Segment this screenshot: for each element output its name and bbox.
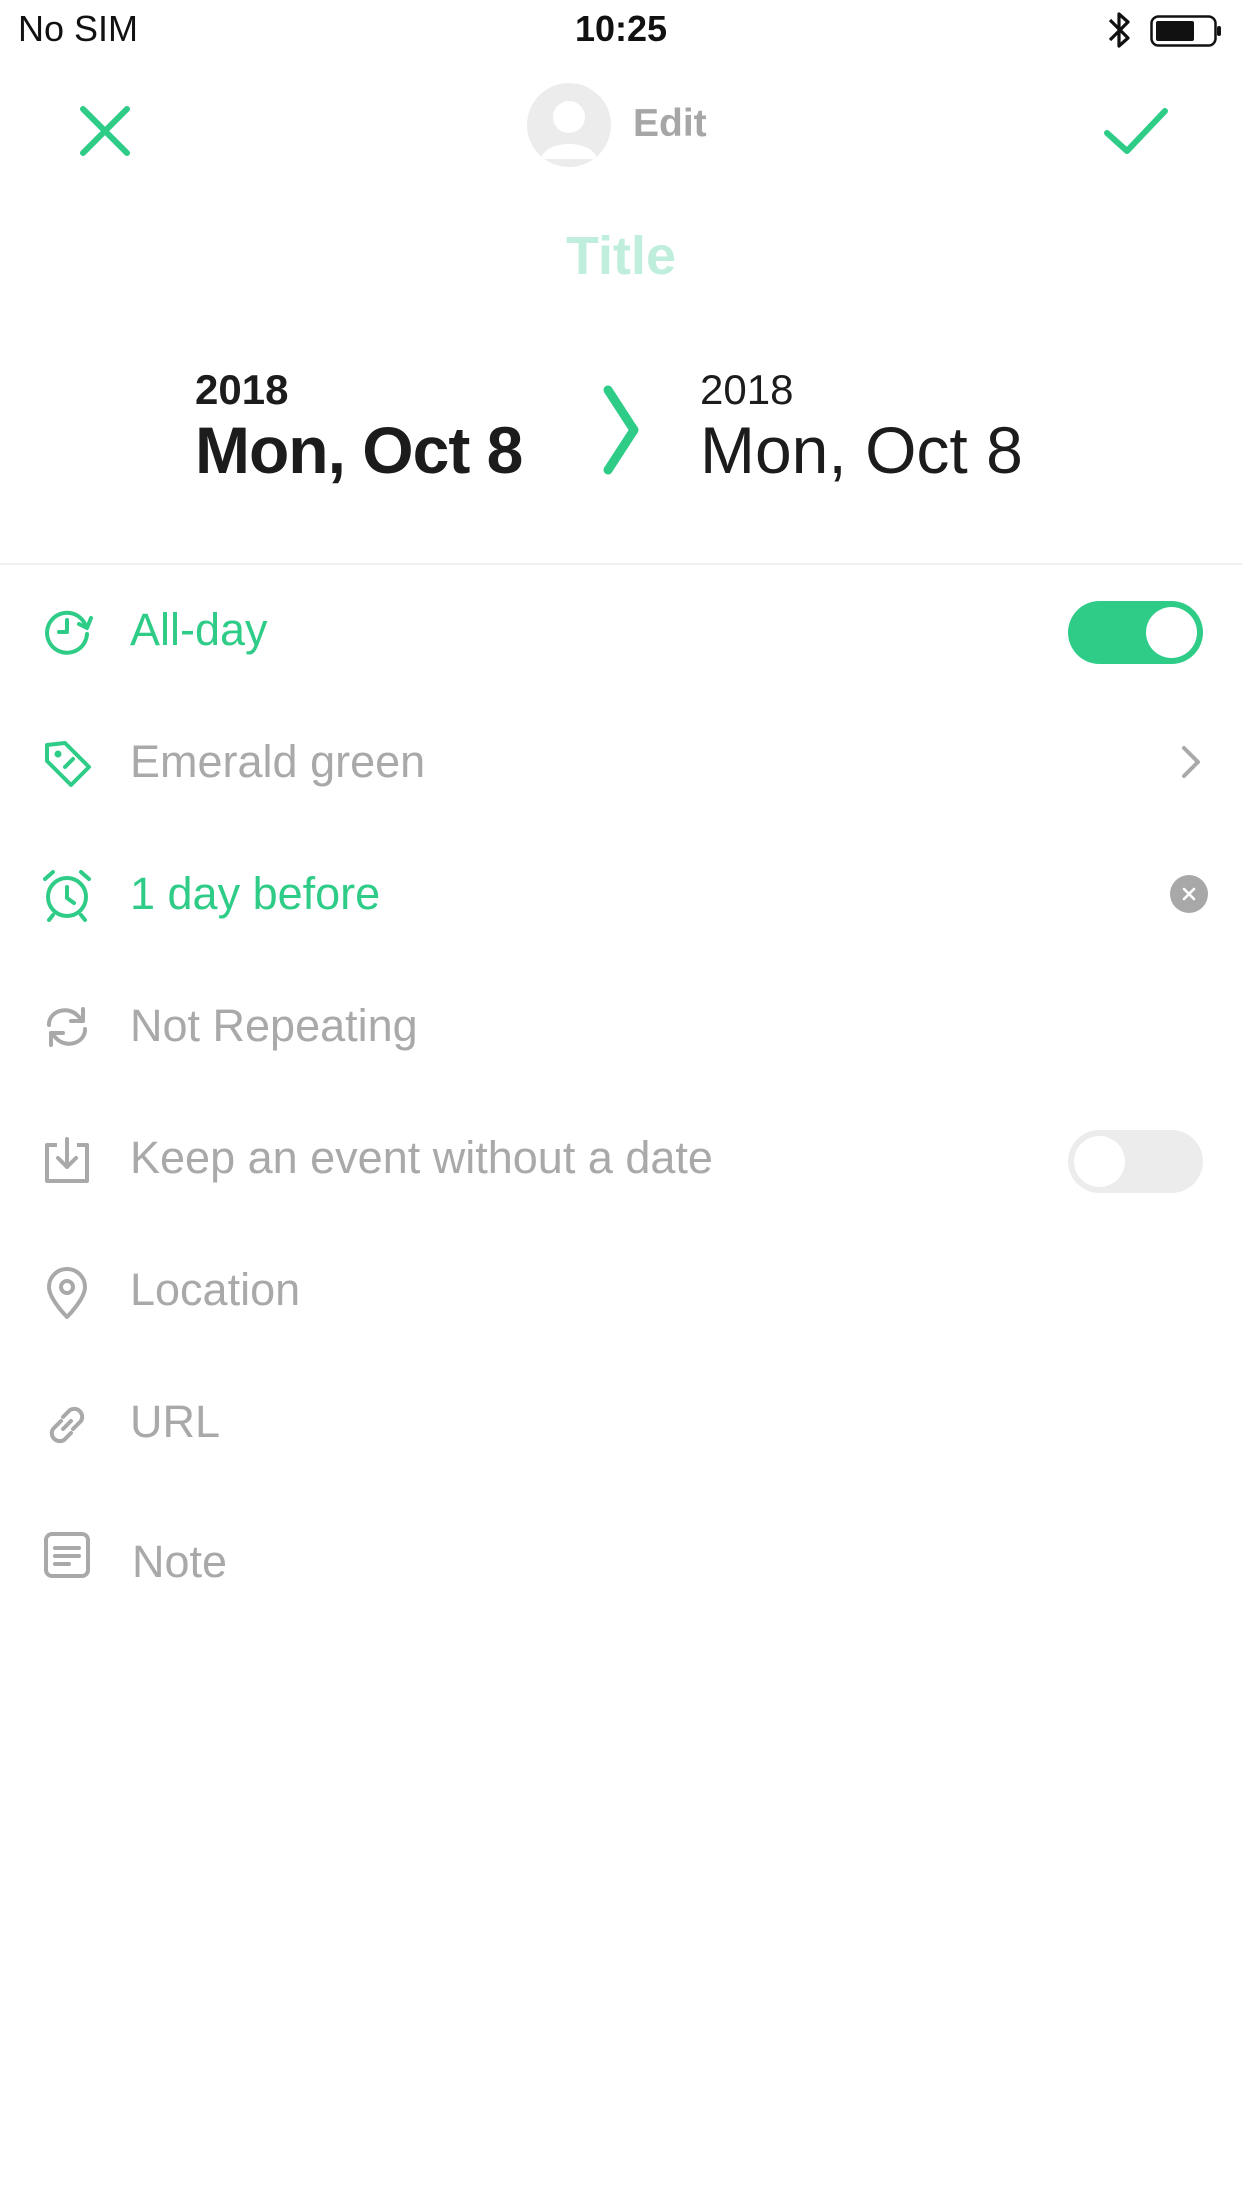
close-icon (80, 106, 130, 156)
start-year[interactable]: 2018 (195, 366, 288, 414)
bluetooth-icon (1108, 12, 1130, 48)
date-arrow-icon (603, 385, 639, 475)
repeat-icon (38, 998, 96, 1056)
tag-icon (38, 734, 96, 792)
keep-undated-label: Keep an event without a date (130, 1132, 713, 1183)
chevron-right-icon[interactable] (1172, 742, 1208, 782)
link-icon (38, 1396, 96, 1454)
nav-title: Edit (633, 102, 707, 145)
note-icon (38, 1526, 96, 1584)
done-button[interactable] (1096, 94, 1176, 168)
inbox-download-icon (38, 1132, 96, 1190)
repeat-label[interactable]: Not Repeating (130, 1000, 418, 1052)
check-icon (1104, 108, 1168, 154)
all-day-toggle[interactable] (1068, 601, 1203, 664)
alarm-icon (38, 866, 96, 924)
user-icon (541, 101, 597, 159)
start-date[interactable]: Mon, Oct 8 (195, 412, 523, 488)
alert-label[interactable]: 1 day before (130, 868, 380, 920)
avatar[interactable] (527, 83, 611, 167)
close-button[interactable] (68, 94, 142, 168)
divider (0, 563, 1242, 565)
event-title-input[interactable]: Title (0, 225, 1242, 287)
clear-alert-button[interactable] (1170, 875, 1208, 913)
location-pin-icon (38, 1264, 96, 1322)
keep-undated-toggle[interactable] (1068, 1130, 1203, 1193)
location-field[interactable]: Location (130, 1264, 300, 1316)
color-label[interactable]: Emerald green (130, 736, 425, 788)
close-icon (1182, 887, 1196, 901)
end-date[interactable]: Mon, Oct 8 (700, 412, 1023, 488)
clock-icon (38, 601, 96, 659)
end-year[interactable]: 2018 (700, 366, 793, 414)
status-time: 10:25 (574, 8, 668, 49)
battery-icon (1150, 15, 1221, 47)
note-field[interactable]: Note (132, 1536, 227, 1588)
all-day-label: All-day (130, 604, 268, 655)
url-field[interactable]: URL (130, 1396, 220, 1448)
